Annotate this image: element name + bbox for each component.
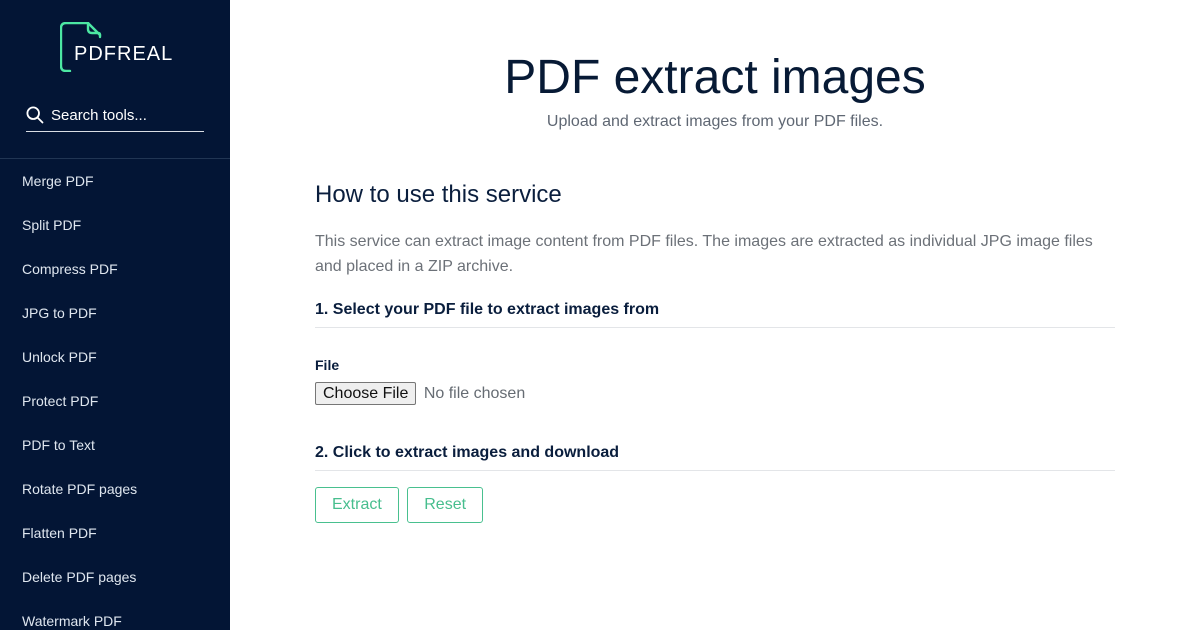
file-label: File [315, 357, 340, 373]
brand-name: PDFREAL [74, 43, 174, 65]
sidebar-item-unlock-pdf[interactable]: Unlock PDF [0, 335, 230, 379]
service-description: This service can extract image content f… [315, 233, 1093, 275]
sidebar-item-jpg-to-pdf[interactable]: JPG to PDF [0, 291, 230, 335]
sidebar-item-split-pdf[interactable]: Split PDF [0, 203, 230, 247]
search-input[interactable] [51, 104, 201, 126]
sidebar-item-protect-pdf[interactable]: Protect PDF [0, 379, 230, 423]
sidebar-item-rotate-pdf-pages[interactable]: Rotate PDF pages [0, 467, 230, 511]
file-input[interactable]: Choose File No file chosen [315, 382, 1115, 406]
extract-button[interactable]: Extract [315, 487, 399, 523]
sidebar-item-pdf-to-text[interactable]: PDF to Text [0, 423, 230, 467]
sidebar: PDFREAL Merge PDF Split PDF Compress PDF… [0, 0, 230, 630]
main-content: PDF extract images Upload and extract im… [230, 0, 1200, 630]
sidebar-nav: Merge PDF Split PDF Compress PDF JPG to … [0, 159, 230, 630]
sidebar-item-watermark-pdf[interactable]: Watermark PDF [0, 599, 230, 630]
file-status: No file chosen [423, 384, 526, 402]
sidebar-item-flatten-pdf[interactable]: Flatten PDF [0, 511, 230, 555]
search-box [26, 100, 204, 132]
sidebar-item-compress-pdf[interactable]: Compress PDF [0, 247, 230, 291]
page: PDFREAL Merge PDF Split PDF Compress PDF… [0, 0, 1200, 630]
sidebar-item-delete-pdf-pages[interactable]: Delete PDF pages [0, 555, 230, 599]
search-icon [26, 106, 44, 124]
action-buttons: Extract Reset [315, 487, 1115, 523]
page-title: PDF extract images [504, 51, 926, 104]
choose-file-button[interactable]: Choose File [315, 382, 417, 405]
reset-button[interactable]: Reset [407, 487, 484, 523]
service-panel: How to use this service This service can… [315, 180, 1115, 523]
page-subtitle: Upload and extract images from your PDF … [546, 113, 884, 130]
sidebar-item-merge-pdf[interactable]: Merge PDF [0, 159, 230, 203]
step-extract-heading: 2. Click to extract images and download [315, 444, 1115, 471]
logo[interactable]: PDFREAL [60, 22, 180, 74]
step-select-file-heading: 1. Select your PDF file to extract image… [315, 301, 1115, 328]
how-to-title: How to use this service [315, 181, 562, 208]
